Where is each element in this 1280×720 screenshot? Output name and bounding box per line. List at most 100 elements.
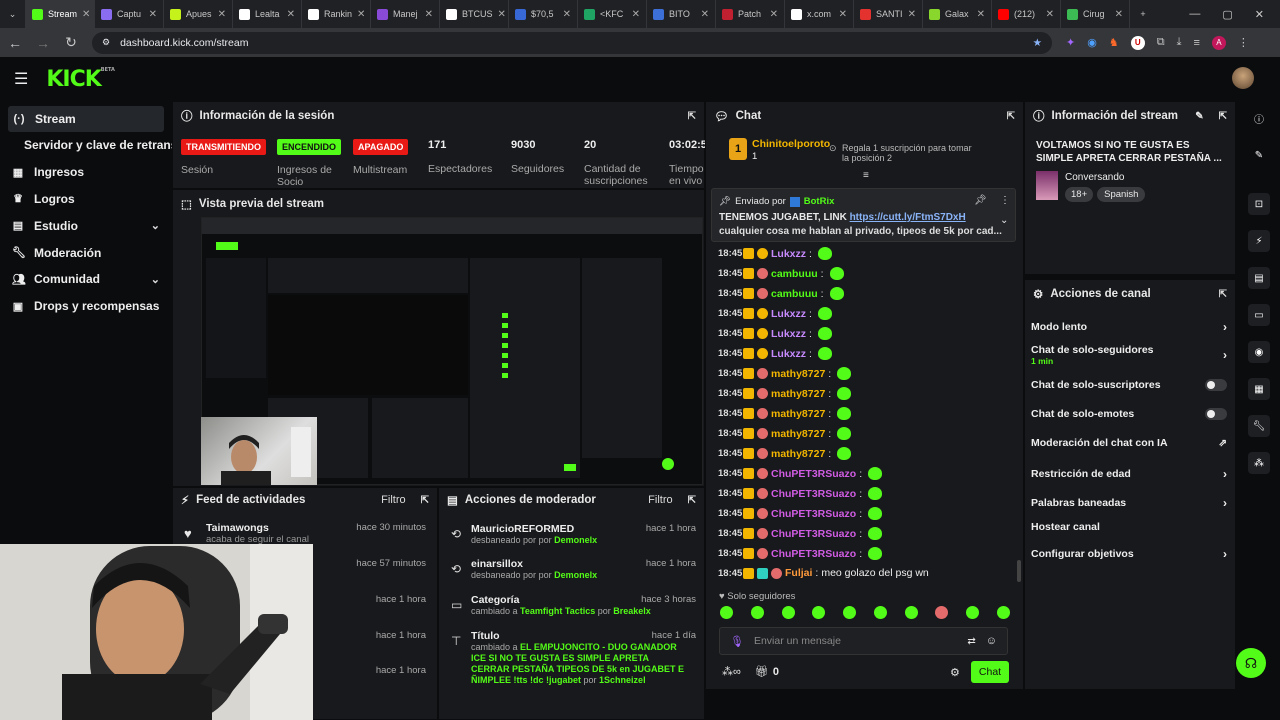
emote-icon[interactable] [781,606,795,619]
chat-message[interactable]: 18:45 ChuPET3RSuazo: [718,487,883,500]
chat-message[interactable]: 18:45 Lukxzz: [718,247,832,260]
chat-message[interactable]: 18:45 Lukxzz: [718,347,832,360]
chat-message[interactable]: 18:45 Lukxzz: [718,307,832,320]
chat-message[interactable]: 18:45 mathy8727: [718,367,852,380]
emote-icon[interactable] [935,606,949,619]
capture-icon[interactable]: ⊡ [1248,193,1270,215]
chat-username[interactable]: Lukxzz [771,348,806,360]
browser-tab[interactable]: Stream ✕ [26,0,95,28]
chat-icon[interactable]: ▭ [1248,304,1270,326]
browser-tab[interactable]: BTCUS ✕ [440,0,509,28]
popout-icon[interactable]: ⇱ [1007,111,1015,122]
close-window-icon[interactable]: ✕ [1255,8,1264,21]
pinned-message[interactable]: 📌︎ Enviado por BotRix 📌︎ ⋮ ⌄ TENEMOS JUGA… [711,188,1016,242]
chat-username[interactable]: Fuljai [785,567,812,579]
chat-message[interactable]: 18:45 Fuljai: meo golazo del psg wn [718,567,929,579]
popout-icon[interactable]: ⇱ [688,111,696,122]
chat-username[interactable]: mathy8727 [771,408,825,420]
chat-username[interactable]: mathy8727 [771,388,825,400]
channel-action-row[interactable]: Moderación del chat con IA ⇗ [1031,437,1227,449]
mod-by-user[interactable]: Demonelx [554,570,597,580]
settings-gear-icon[interactable]: ⚙ [950,666,960,679]
sidebar-item-comunidad[interactable]: 👥︎ Comunidad ⌄ [0,266,172,293]
puzzle-icon[interactable]: ⧉ [1157,36,1165,49]
channel-action-row[interactable]: Configurar objetivos › [1031,547,1227,561]
chat-username[interactable]: ChuPET3RSuazo [771,488,856,500]
new-tab-button[interactable]: + [1130,0,1156,28]
chat-username[interactable]: ChuPET3RSuazo [771,528,856,540]
site-info-icon[interactable]: ⚙ [102,37,110,48]
chat-username[interactable]: Lukxzz [771,248,806,260]
filter-button[interactable]: Filtro [648,494,672,506]
browser-tab[interactable]: Patch ✕ [716,0,785,28]
browser-tab[interactable]: Lealta ✕ [233,0,302,28]
close-tab-icon[interactable]: ✕ [287,9,295,20]
mod-by-user[interactable]: Demonelx [554,535,597,545]
back-icon[interactable]: ← [8,35,22,51]
pin-icon[interactable]: 📌︎ [974,195,987,206]
channel-action-row[interactable]: Chat de solo-suscriptores [1031,379,1227,391]
channel-action-row[interactable]: Chat de solo-emotes [1031,408,1227,420]
chat-input[interactable]: 🎙︎ Enviar un mensaje ⇄ ☺ [719,627,1008,655]
emote-icon[interactable] [966,606,980,619]
browser-tab[interactable]: <KFC ✕ [578,0,647,28]
url-field[interactable]: ⚙ dashboard.kick.com/stream ★ [92,31,1052,54]
close-tab-icon[interactable]: ✕ [839,9,847,20]
bolt-icon[interactable]: ⚡︎ [1248,230,1270,252]
browser-tab[interactable]: x.com ✕ [785,0,854,28]
popout-icon[interactable]: ⇱ [1219,111,1227,122]
sidebar-item-stream[interactable]: (·) Stream [8,106,164,132]
popout-icon[interactable]: ⇱ [1219,289,1227,300]
chat-message[interactable]: 18:45 mathy8727: [718,427,852,440]
close-tab-icon[interactable]: ✕ [1115,9,1123,20]
kebab-icon[interactable]: ⋮ [1000,195,1010,206]
tag-chip[interactable]: Spanish [1097,187,1146,202]
sidebar-item-moderacion[interactable]: 🔧︎ Moderación [0,239,172,266]
chat-username[interactable]: Lukxzz [771,328,806,340]
close-tab-icon[interactable]: ✕ [82,9,90,20]
chat-message[interactable]: 18:45 cambuuu: [718,287,844,300]
close-tab-icon[interactable]: ✕ [632,9,640,20]
close-tab-icon[interactable]: ✕ [425,9,433,20]
browser-tab[interactable]: Captu ✕ [95,0,164,28]
browser-tab[interactable]: BITO ✕ [647,0,716,28]
maximize-icon[interactable]: ▢ [1222,8,1232,21]
feed-row[interactable]: ♥ Taimawongs acaba de seguir el canal hace … [176,522,434,545]
pinned-by-user[interactable]: BotRix [804,196,835,207]
close-tab-icon[interactable]: ✕ [770,9,778,20]
browser-tab[interactable]: Galax ✕ [923,0,992,28]
channel-action-row[interactable]: Palabras baneadas › [1031,496,1227,510]
browser-tab[interactable]: Rankin ✕ [302,0,371,28]
chat-scrollbar[interactable] [1017,560,1021,582]
sidebar-item-ingresos[interactable]: ▦ Ingresos [0,159,172,186]
chat-username[interactable]: ChuPET3RSuazo [771,468,856,480]
channel-action-row[interactable]: Hostear canal [1031,521,1227,533]
gift-user[interactable]: Chinitoelporoto [752,138,830,150]
info-icon[interactable]: ⓘ [1248,107,1270,129]
emoji-icon[interactable]: ☺ [986,635,997,647]
close-tab-icon[interactable]: ✕ [357,9,365,20]
reload-icon[interactable]: ↻ [64,34,78,51]
emote-icon[interactable] [750,606,764,619]
chat-message[interactable]: 18:45 mathy8727: [718,387,852,400]
emote-icon[interactable] [843,606,857,619]
chat-message[interactable]: 18:45 mathy8727: [718,447,852,460]
users-infinity-icon[interactable]: ⁂∞ [722,665,741,678]
send-chat-button[interactable]: Chat [971,661,1009,683]
close-tab-icon[interactable]: ✕ [1046,9,1054,20]
sidebar-item-drops[interactable]: ▣ Drops y recompensas [0,293,172,320]
close-tab-icon[interactable]: ✕ [701,9,709,20]
browser-tab[interactable]: (212) ✕ [992,0,1061,28]
browser-tab[interactable]: Cirug ✕ [1061,0,1130,28]
popout-icon[interactable]: ⇱ [421,495,429,506]
wrench-icon[interactable]: 🔧︎ [1248,415,1270,437]
sidebar-item-estudio[interactable]: ▤ Estudio ⌄ [0,212,172,239]
tag-chip[interactable]: 18+ [1065,187,1094,202]
doc-icon[interactable]: ▤ [1248,267,1270,289]
mod-by-user[interactable]: 1Schneizel [599,675,646,685]
mod-action-row[interactable]: ⊤ Título cambiado a EL EMPUJONCITO - DUO G… [446,630,696,686]
chat-username[interactable]: ChuPET3RSuazo [771,508,856,520]
chat-message[interactable]: 18:45 ChuPET3RSuazo: [718,547,883,560]
emote-icon[interactable] [812,606,826,619]
mod-action-row[interactable]: ▭ Categoría cambiado a Teamfight Tactics p… [446,594,696,617]
